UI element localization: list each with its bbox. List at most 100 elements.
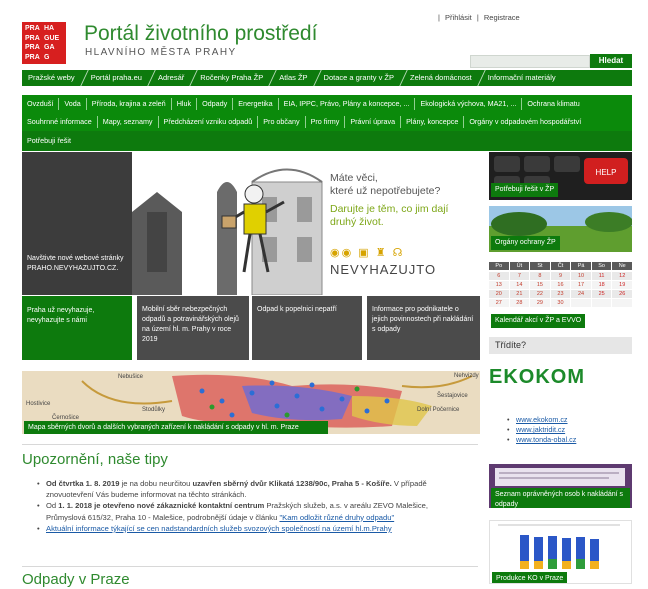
nav-top-item-4[interactable]: Atlas ŽP [273,70,317,86]
logo-word: PRA [25,44,40,51]
nav-sub-item-2[interactable]: Předcházení vzniku odpadů [159,116,259,128]
map-caption[interactable]: Mapa sběrných dvorů a dalších vybraných … [24,421,328,434]
nav-topic-item-2[interactable]: Příroda, krajina a zeleň [87,98,172,110]
calendar-day[interactable]: 15 [530,281,550,289]
calendar-day[interactable]: 20 [489,290,509,298]
calendar-day[interactable]: 30 [550,299,571,307]
calendar-day[interactable]: 14 [509,281,530,289]
nav-sub-item-0[interactable]: Souhrnné informace [22,116,98,128]
calendar-day[interactable]: 27 [489,299,509,307]
calendar-day[interactable]: 21 [509,290,530,298]
nav-topic-item-3[interactable]: Hluk [172,98,198,110]
nav-sub-item-6[interactable]: Plány, koncepce [401,116,465,128]
sidebar-card-produkce-label: Produkce KO v Praze [492,572,568,583]
calendar-day[interactable]: 22 [530,290,550,298]
calendar-day[interactable]: 28 [509,299,530,307]
nav-sub-item-7[interactable]: Orgány v odpadovém hospodářství [464,116,586,128]
sidebar-card-potrebuji[interactable]: HELP Potřebuji řešit v ŽP [489,152,632,200]
nav-sub2-item-0[interactable]: Potřebuji řešit [22,135,76,147]
calendar-day[interactable]: 13 [489,281,509,289]
link-ekokom[interactable]: www.ekokom.cz [516,415,568,424]
hero-give-2: druhý život. [330,216,384,228]
nav-sub-item-4[interactable]: Pro firmy [306,116,346,128]
calendar-weekday: Ne [612,262,632,270]
tile-mobilni-sber[interactable]: Mobilní sběr nebezpečných odpadů a potra… [137,296,249,360]
waste-sub-navigation-2: Potřebuji řešit [22,131,632,151]
calendar-day[interactable]: 6 [489,272,509,280]
nav-topic-item-8[interactable]: Ochrana klimatu [522,98,584,110]
logo-word: PRA [25,34,40,42]
nav-top-item-3[interactable]: Ročenky Praha ŽP [194,70,273,86]
odpady-divider [22,566,478,567]
ceny-sluzeb-link[interactable]: Aktuální informace týkající se cen nadst… [46,524,392,533]
hero-banner[interactable]: Navštivte nové webové stránky PRAHO.NEVY… [22,152,480,295]
logo-word: G [44,53,50,61]
ekokom-logo[interactable]: EKOKOM [489,364,632,390]
nevyhazujto-brand: NEVYHAZUJTO [330,262,437,277]
nevyhazujto-icons: ◉◉ ▣ ♜ ☊ [330,247,405,259]
nav-topic-item-6[interactable]: EIA, IPPC, Právo, Plány a koncepce, ... [279,98,416,110]
city-logo[interactable]: PRA HA PRA GUE PRA GA PRA G [22,22,66,64]
portal-title[interactable]: Portál životního prostředí [84,22,317,46]
calendar-day[interactable]: 19 [612,281,632,289]
calendar-weekday: Po [489,262,509,270]
nav-topic-item-5[interactable]: Energetika [233,98,279,110]
logo-word: PRA [25,53,40,61]
calendar-day[interactable]: 25 [591,290,612,298]
link-jaktridit[interactable]: www.jaktridit.cz [516,425,565,434]
account-links: | Přihlásit | Registrace [438,13,520,22]
calendar-day[interactable]: 29 [530,299,550,307]
calendar-day[interactable]: 16 [550,281,571,289]
calendar-day[interactable]: 9 [550,272,571,280]
map-label-6: Stodůlky [142,407,166,413]
nav-top-item-5[interactable]: Dotace a granty v ŽP [318,70,404,86]
calendar-day[interactable]: 8 [530,272,550,280]
calendar-day [591,299,612,307]
sidebar-card-seznam-label: Seznam oprávněných osob k nakládání s od… [491,488,630,508]
tile-nevyhazujte[interactable]: Praha už nevyhazuje, nevyhazujte s námi [22,296,132,360]
calendar-caption[interactable]: Kalendář akcí v ŽP a EVVO [491,314,586,328]
nav-top-item-7[interactable]: Informační materiály [482,70,566,86]
calendar-day[interactable]: 18 [591,281,612,289]
calendar-day[interactable]: 7 [509,272,530,280]
search-input[interactable] [470,55,590,68]
register-link[interactable]: Registrace [484,13,520,22]
tridite-label: Třídíte? [495,340,527,350]
search-button[interactable]: Hledat [590,54,632,68]
sidebar-card-seznam[interactable]: Seznam oprávněných osob k nakládání s od… [489,464,632,508]
calendar-day[interactable]: 24 [571,290,591,298]
calendar-day[interactable]: 23 [550,290,571,298]
sidebar-card-produkce[interactable]: Produkce KO v Praze [489,520,632,584]
nav-top-item-0[interactable]: Pražské weby [22,70,85,86]
map-label-3: Hostivice [26,401,51,407]
calendar-day[interactable]: 17 [571,281,591,289]
notice-item-2: Od 1. 1. 2018 je otevřeno nové zákaznick… [36,500,464,522]
nav-sub-item-5[interactable]: Právní úprava [345,116,402,128]
tile-podnikatele[interactable]: Informace pro podnikatele o jejich povin… [367,296,480,360]
kam-odlozit-link[interactable]: "Kam odložit různé druhy odpadu" [279,513,394,522]
nav-topic-item-4[interactable]: Odpady [197,98,234,110]
nav-top-item-1[interactable]: Portál praha.eu [85,70,152,86]
calendar-day[interactable]: 11 [591,272,612,280]
sidebar-card-organy[interactable]: Orgány ochrany ŽP [489,206,632,252]
nav-topic-item-7[interactable]: Ekologická výchova, MA21, ... [415,98,523,110]
login-link[interactable]: Přihlásit [445,13,472,22]
nav-sub-item-1[interactable]: Mapy, seznamy [98,116,159,128]
map-label-4: Dolní Počernice [417,407,460,413]
nav-topic-item-0[interactable]: Ovzduší [22,98,60,110]
calendar-day[interactable]: 12 [612,272,632,280]
hero-question-1: Máte věci, [330,172,378,184]
waste-map[interactable]: Nebušice Nehvizdy Hostivice Dolní Počern… [22,371,480,434]
map-label-1: Nebušice [118,374,144,380]
nav-sub-item-3[interactable]: Pro občany [258,116,306,128]
sidebar-card-organy-label: Orgány ochrany ŽP [491,236,560,250]
link-tonda-obal[interactable]: www.tonda-obal.cz [516,435,576,444]
event-calendar[interactable]: Po Út St Čt Pá So Ne 6 7 8 9 10 11 12 13 14 15 16 17 18 19 20… [489,262,632,328]
tile-popelnice[interactable]: Odpad k popelnici nepatří [252,296,362,360]
calendar-day[interactable]: 10 [571,272,591,280]
nav-topic-item-1[interactable]: Voda [59,98,87,110]
nav-top-item-6[interactable]: Zelená domácnost [404,70,482,86]
calendar-day[interactable]: 26 [612,290,632,298]
nav-top-item-2[interactable]: Adresář [152,70,194,86]
hero-give-1: Darujte je těm, co jim dají [330,203,449,215]
